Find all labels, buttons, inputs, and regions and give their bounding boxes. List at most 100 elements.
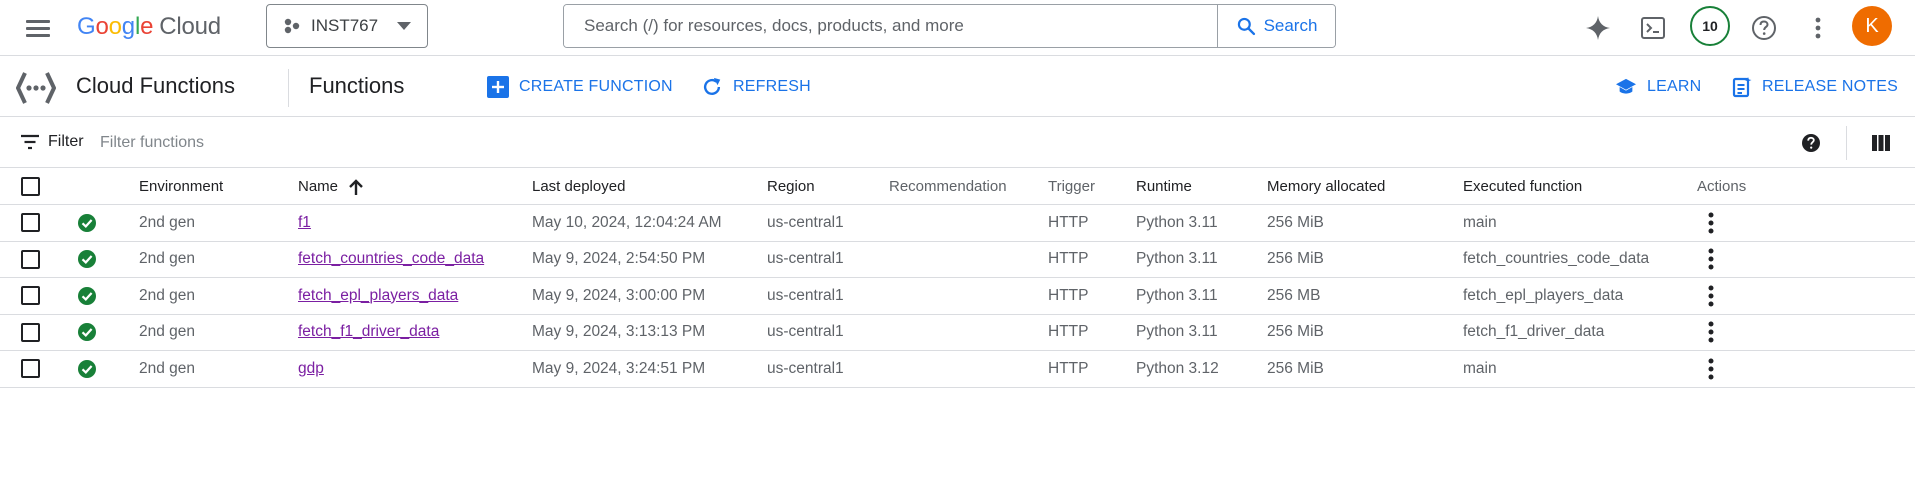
column-header-memory[interactable]: Memory allocated	[1267, 169, 1385, 204]
refresh-label: REFRESH	[733, 78, 811, 95]
status-cell	[78, 315, 96, 351]
last-deployed-cell: May 10, 2024, 12:04:24 AM	[532, 213, 722, 231]
executed-function-cell: fetch_epl_players_data	[1463, 286, 1624, 304]
environment-cell: 2nd gen	[139, 359, 196, 377]
filter-divider	[1846, 126, 1847, 160]
actions-cell	[1699, 351, 1723, 387]
column-header-recommendation[interactable]: Recommendation	[889, 169, 1007, 204]
column-header-last-deployed[interactable]: Last deployed	[532, 169, 625, 204]
more-vert-icon[interactable]	[1800, 10, 1836, 46]
table-row: 2nd gen f1 May 10, 2024, 12:04:24 AM us-…	[0, 205, 1915, 242]
school-icon	[1616, 78, 1636, 94]
function-name-link[interactable]: fetch_epl_players_data	[298, 287, 458, 305]
row-checkbox[interactable]	[21, 359, 40, 379]
actions-cell	[1699, 315, 1723, 351]
executed-function-cell: main	[1463, 359, 1497, 377]
filter-button[interactable]: Filter	[20, 133, 84, 151]
search-icon	[1237, 17, 1255, 36]
learn-button[interactable]: LEARN	[1615, 73, 1701, 101]
column-header-name[interactable]: Name	[298, 169, 364, 204]
hamburger-icon[interactable]	[24, 14, 52, 42]
help-icon[interactable]	[1746, 10, 1782, 46]
memory-cell: 256 MiB	[1267, 359, 1324, 377]
more-vert-icon[interactable]	[1699, 211, 1723, 235]
table-header: Environment Name Last deployed Region Re…	[0, 169, 1915, 205]
check-circle-icon	[78, 213, 96, 232]
table-row: 2nd gen fetch_epl_players_data May 9, 20…	[0, 278, 1915, 315]
row-checkbox[interactable]	[21, 322, 40, 342]
column-header-environment[interactable]: Environment	[139, 169, 223, 204]
search-button[interactable]: Search	[1217, 5, 1335, 47]
select-all-checkbox[interactable]	[21, 177, 40, 196]
function-name-link[interactable]: fetch_countries_code_data	[298, 250, 484, 268]
help-icon[interactable]	[1801, 133, 1821, 153]
memory-cell: 256 MiB	[1267, 213, 1324, 231]
column-header-region[interactable]: Region	[767, 169, 815, 204]
environment-cell: 2nd gen	[139, 250, 196, 268]
more-vert-icon[interactable]	[1699, 320, 1723, 344]
project-hub-icon	[284, 18, 300, 34]
runtime-cell: Python 3.11	[1136, 213, 1218, 231]
check-circle-icon	[78, 323, 96, 342]
more-vert-icon[interactable]	[1699, 284, 1723, 308]
release-notes-label: RELEASE NOTES	[1762, 78, 1898, 95]
arrow-up-icon	[349, 178, 363, 195]
notification-badge[interactable]: 10	[1690, 6, 1730, 46]
column-header-name-label: Name	[298, 178, 339, 195]
runtime-cell: Python 3.12	[1136, 359, 1219, 377]
region-cell: us-central1	[767, 250, 844, 268]
last-deployed-cell: May 9, 2024, 3:24:51 PM	[532, 359, 706, 377]
executed-function-cell: fetch_f1_driver_data	[1463, 323, 1605, 341]
region-cell: us-central1	[767, 213, 844, 231]
avatar[interactable]: K	[1852, 6, 1892, 46]
region-cell: us-central1	[767, 286, 844, 304]
name-cell: f1	[298, 205, 311, 241]
column-header-trigger[interactable]: Trigger	[1048, 169, 1095, 204]
logo-letter: g	[121, 13, 135, 40]
row-checkbox[interactable]	[21, 249, 40, 269]
column-display-icon[interactable]	[1871, 133, 1891, 153]
filter-icon	[21, 134, 39, 150]
more-vert-icon[interactable]	[1699, 357, 1723, 381]
status-cell	[78, 205, 96, 241]
search-bar: Search	[563, 4, 1336, 48]
check-circle-icon	[78, 359, 96, 378]
release-notes-button[interactable]: RELEASE NOTES	[1732, 73, 1898, 101]
status-cell	[78, 242, 96, 278]
region-cell: us-central1	[767, 359, 844, 377]
add-box-icon	[487, 76, 509, 98]
terminal-icon[interactable]	[1635, 10, 1671, 46]
sparkle-icon[interactable]	[1580, 10, 1616, 46]
logo-suffix: Cloud	[159, 13, 221, 40]
logo-letter: e	[140, 13, 154, 40]
trigger-cell: HTTP	[1048, 323, 1089, 341]
google-cloud-logo[interactable]: Google Cloud	[77, 11, 221, 43]
name-cell: fetch_epl_players_data	[298, 278, 458, 314]
filter-input[interactable]	[100, 130, 700, 156]
environment-cell: 2nd gen	[139, 323, 196, 341]
project-picker[interactable]: INST767	[266, 4, 428, 48]
row-checkbox[interactable]	[21, 286, 40, 306]
actions-cell	[1699, 242, 1723, 278]
actions-cell	[1699, 278, 1723, 314]
function-name-link[interactable]: f1	[298, 214, 311, 232]
column-header-runtime[interactable]: Runtime	[1136, 169, 1192, 204]
project-name: INST767	[311, 16, 379, 35]
column-header-executed-function[interactable]: Executed function	[1463, 169, 1582, 204]
chevron-down-icon	[397, 22, 411, 30]
learn-label: LEARN	[1647, 78, 1702, 95]
last-deployed-cell: May 9, 2024, 3:00:00 PM	[532, 286, 706, 304]
memory-cell: 256 MiB	[1267, 250, 1324, 268]
search-input[interactable]	[564, 5, 1217, 47]
row-select-cell	[21, 205, 40, 241]
functions-table: Environment Name Last deployed Region Re…	[0, 169, 1915, 388]
column-header-actions: Actions	[1697, 178, 1747, 195]
refresh-button[interactable]: REFRESH	[701, 73, 811, 101]
function-name-link[interactable]: fetch_f1_driver_data	[298, 323, 439, 341]
function-name-link[interactable]: gdp	[298, 360, 324, 378]
create-function-button[interactable]: CREATE FUNCTION	[487, 73, 673, 101]
row-checkbox[interactable]	[21, 213, 40, 233]
more-vert-icon[interactable]	[1699, 247, 1723, 271]
filter-bar: Filter	[0, 118, 1915, 168]
memory-cell: 256 MB	[1267, 286, 1321, 304]
